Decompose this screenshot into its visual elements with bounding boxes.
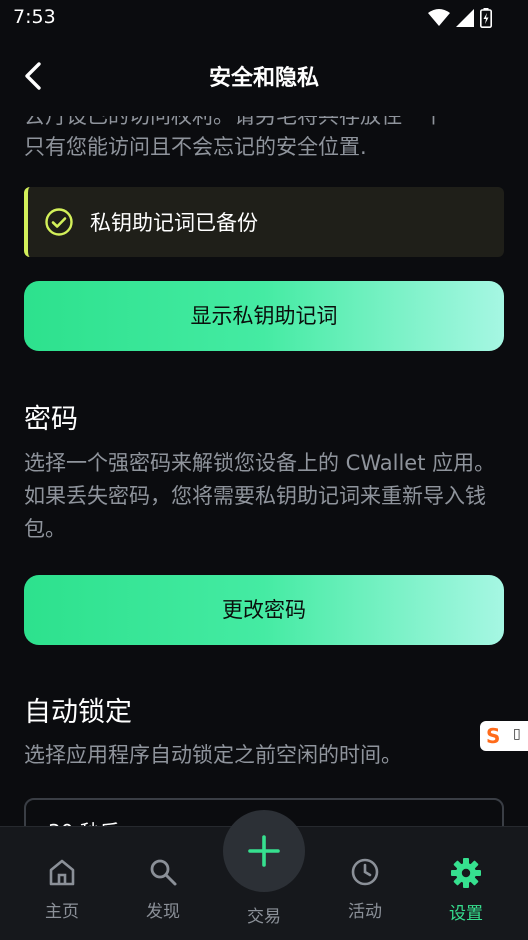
home-icon <box>49 859 75 886</box>
settings-content[interactable]: 去丹设已的切问权利。请另毛将共存放住一个 只有您能访问且不会忘记的安全位置. 私… <box>0 0 528 826</box>
auto-lock-section-title: 自动锁定 <box>24 697 132 728</box>
nav-settings[interactable]: 设置 <box>426 857 506 927</box>
nav-discover-label: 发现 <box>146 902 180 922</box>
trade-fab-button[interactable] <box>223 810 305 892</box>
password-section-title: 密码 <box>24 404 78 435</box>
nav-home[interactable]: 主页 <box>22 857 102 927</box>
gear-icon <box>451 858 481 888</box>
overlay-tab-glyph-icon: ▯ <box>513 726 521 742</box>
clock-icon <box>351 858 379 886</box>
page-title: 安全和隐私 <box>208 66 319 91</box>
nav-activity-label: 活动 <box>348 902 382 922</box>
backup-status-text: 私钥助记词已备份 <box>90 211 258 235</box>
auto-lock-selected-value: 30 秒后 <box>48 816 120 826</box>
nav-activity[interactable]: 活动 <box>325 857 405 927</box>
search-icon <box>150 859 177 886</box>
auto-lock-description: 选择应用程序自动锁定之前空闲的时间。 <box>24 743 402 767</box>
show-mnemonic-button[interactable]: 显示私钥助记词 <box>24 281 504 351</box>
intro-text: 只有您能访问且不会忘记的安全位置. <box>24 135 367 159</box>
change-password-button[interactable]: 更改密码 <box>24 575 504 645</box>
password-description: 选择一个强密码来解锁您设备上的 CWallet 应用。如果丢失密码，您将需要私钥… <box>24 451 496 541</box>
overlay-logo-icon: S <box>486 724 501 748</box>
nav-discover[interactable]: 发现 <box>123 857 203 927</box>
nav-home-label: 主页 <box>45 902 79 922</box>
floating-overlay-tab[interactable]: S ▯ <box>480 721 528 751</box>
backup-status-banner: 私钥助记词已备份 <box>24 187 504 257</box>
plus-icon <box>248 835 280 867</box>
nav-settings-label: 设置 <box>449 904 483 924</box>
nav-trade-label: 交易 <box>247 907 281 927</box>
check-circle-icon <box>45 208 73 236</box>
app-header: 安全和隐私 <box>0 36 528 116</box>
